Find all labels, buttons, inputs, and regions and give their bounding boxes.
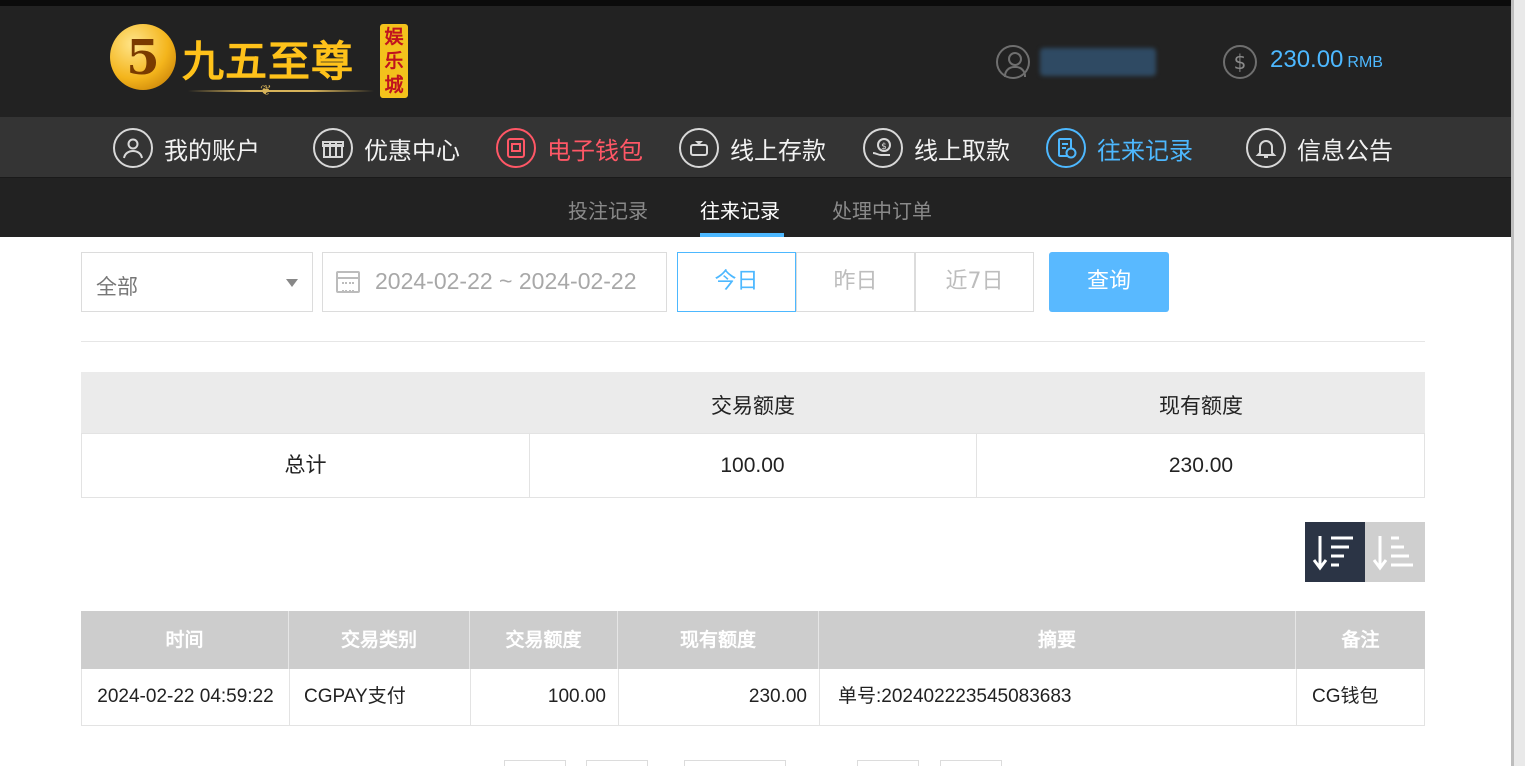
sort-desc-icon [1312,536,1353,571]
summary-table: 交易额度 现有额度 总计 100.00 230.00 [81,372,1425,498]
nav-item-transaction-records[interactable]: 往来记录 [1046,127,1193,169]
summary-header: 交易额度 现有额度 [81,372,1425,433]
nav-item-deposit[interactable]: 线上存款 [679,127,826,169]
records-icon [1046,128,1086,168]
summary-header-cell: 交易额度 [711,394,795,418]
column-header-balance[interactable]: 现有额度 [618,611,819,669]
sort-desc-button[interactable] [1305,522,1365,582]
dollar-icon: $ [1223,45,1257,79]
nav-label: 信息公告 [1297,136,1393,165]
tab-transaction-records[interactable]: 往来记录 [700,195,780,224]
caret-down-icon [286,279,298,287]
tab-bet-records[interactable]: 投注记录 [568,195,648,224]
today-button[interactable]: 今日 [677,252,796,312]
nav-label: 我的账户 [164,136,260,165]
type-select[interactable]: 全部 [81,252,313,312]
cell-note: CG钱包 [1312,686,1379,707]
current-amount: 230.00 [1168,454,1234,477]
column-header-note[interactable]: 备注 [1296,611,1425,669]
type-select-value: 全部 [96,275,138,299]
cell-amount: 100.00 [471,669,619,725]
scrollbar[interactable] [1511,0,1525,766]
divider [81,341,1425,342]
records-header: 时间 交易类别 交易额度 现有额度 摘要 备注 [81,611,1425,669]
gift-icon [313,128,353,168]
logo-sub-text: 娱乐城 [384,26,404,96]
pager-button[interactable] [857,760,919,766]
nav-label: 线上存款 [730,136,826,165]
total-amount: 100.00 [529,434,977,497]
balance-amount: 230.00 [1270,46,1344,73]
cell-summary: 单号:202402223545083683 [820,669,1297,725]
page: 5 九五至尊 娱乐城 ❦ user $ 230.00RMB 我的账户 优惠中心 [0,0,1525,766]
header: 5 九五至尊 娱乐城 ❦ user $ 230.00RMB [0,6,1511,117]
nav-item-promotions[interactable]: 优惠中心 [313,127,460,169]
tab-pending-orders[interactable]: 处理中订单 [832,195,932,224]
calendar-icon [336,271,360,293]
logo-sub: 娱乐城 [380,24,408,98]
nav-item-my-account[interactable]: 我的账户 [113,127,260,169]
user-circle-icon [113,128,153,168]
total-label: 总计 [82,434,530,497]
logo-emblem: 5 [110,24,176,90]
user-icon [996,45,1030,79]
bell-icon [1246,128,1286,168]
column-header-summary[interactable]: 摘要 [819,611,1296,669]
logo-ornament [188,90,374,92]
logo-text: 九五至尊 [182,37,355,86]
logo[interactable]: 5 九五至尊 娱乐城 ❦ [110,22,410,102]
column-header-time[interactable]: 时间 [81,611,289,669]
nav-label: 往来记录 [1097,136,1193,165]
sort-asc-button[interactable] [1365,522,1425,582]
cell-time: 2024-02-22 04:59:22 [82,669,290,725]
search-button[interactable]: 查询 [1049,252,1169,312]
date-range-input[interactable]: 2024-02-22 ~ 2024-02-22 [322,252,667,312]
logo-knot-icon: ❦ [260,83,272,99]
table-row: 2024-02-22 04:59:22 CGPAY支付 100.00 230.0… [81,669,1425,726]
nav-item-e-wallet[interactable]: 电子钱包 [496,127,643,169]
last-7-days-button[interactable]: 近7日 [915,252,1034,312]
nav-label: 线上取款 [914,136,1010,165]
main-nav: 我的账户 优惠中心 电子钱包 线上存款 $ 线上取款 往来记录 信息公告 [0,117,1511,178]
cell-balance: 230.00 [619,669,820,725]
pager-button[interactable] [504,760,566,766]
column-header-type[interactable]: 交易类别 [289,611,470,669]
username[interactable]: user [1040,48,1156,76]
sub-nav: 投注记录 往来记录 处理中订单 [0,178,1511,237]
balance-currency: RMB [1347,54,1383,71]
date-range-value: 2024-02-22 ~ 2024-02-22 [375,268,637,294]
withdraw-icon: $ [863,128,903,168]
summary-header-cell: 现有额度 [1159,394,1243,418]
pager-input[interactable] [684,760,786,766]
svg-text:$: $ [881,142,887,152]
pager-button[interactable] [940,760,1002,766]
nav-label: 优惠中心 [364,136,460,165]
active-tab-indicator [700,233,784,237]
yesterday-button[interactable]: 昨日 [796,252,915,312]
logo-number: 5 [126,30,160,86]
nav-label: 电子钱包 [547,136,643,165]
column-header-amount[interactable]: 交易额度 [470,611,618,669]
wallet-icon [496,128,536,168]
nav-item-announcements[interactable]: 信息公告 [1246,127,1393,169]
deposit-icon [679,128,719,168]
summary-row: 总计 100.00 230.00 [81,433,1425,498]
pager-button[interactable] [586,760,648,766]
balance: 230.00 RMB [1270,46,1383,74]
sort-asc-icon [1372,536,1413,571]
nav-item-withdraw[interactable]: $ 线上取款 [863,127,1010,169]
cell-type: CGPAY支付 [290,669,471,725]
